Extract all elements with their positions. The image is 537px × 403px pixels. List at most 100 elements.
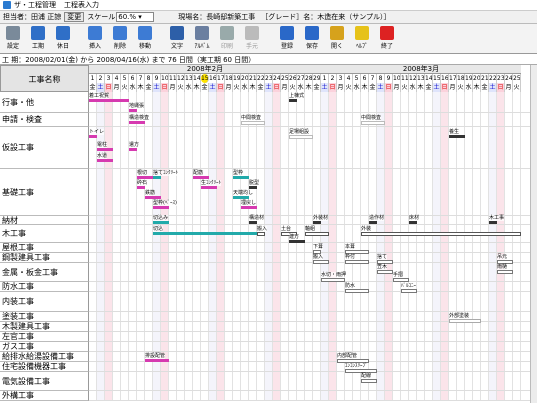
task-category-label[interactable]: 鋼製建具工事 bbox=[0, 253, 89, 263]
task-category-label[interactable]: 納材 bbox=[0, 216, 89, 225]
task-bar[interactable] bbox=[137, 186, 145, 189]
menu-label[interactable]: 工程表入力 bbox=[64, 0, 99, 10]
task-bar[interactable] bbox=[361, 121, 385, 125]
toolbar-button-open[interactable]: 開く bbox=[326, 25, 348, 53]
toolbar-button-album[interactable]: ｱﾙﾊﾞﾑ bbox=[191, 25, 213, 53]
task-category-label[interactable]: 基礎工事 bbox=[0, 169, 89, 216]
task-bar[interactable] bbox=[345, 289, 369, 293]
task-bar[interactable] bbox=[153, 221, 169, 224]
task-bar[interactable] bbox=[137, 176, 153, 179]
task-category-label[interactable]: 外構工事 bbox=[0, 391, 89, 401]
task-bar[interactable] bbox=[321, 278, 345, 282]
day-number: 10 bbox=[393, 74, 401, 83]
toolbar-button-move[interactable]: 移動 bbox=[134, 25, 156, 53]
task-bar[interactable] bbox=[257, 232, 265, 236]
task-bar[interactable] bbox=[409, 221, 417, 224]
task-bar[interactable] bbox=[369, 221, 377, 224]
vertical-scrollbar[interactable] bbox=[530, 65, 537, 403]
day-of-week: 月 bbox=[505, 83, 513, 92]
toolbar-button-holiday[interactable]: 休日 bbox=[52, 25, 74, 53]
task-category-label[interactable]: 給排水給湯設備工事 bbox=[0, 352, 89, 362]
task-bar[interactable] bbox=[193, 176, 209, 179]
task-label: 防水 bbox=[345, 283, 356, 289]
task-bar[interactable] bbox=[305, 232, 329, 236]
gantt-chart[interactable]: 工事名称 2008年2月 2008年3月 1 金 2 土 3 日 4 月 5 火 6 水 7 木 8 金 9 土 10 日… bbox=[0, 65, 530, 403]
task-category-label[interactable]: 木工事 bbox=[0, 225, 89, 243]
task-bar[interactable] bbox=[129, 109, 137, 112]
toolbar-button-help[interactable]: ﾍﾙﾌﾟ bbox=[351, 25, 373, 53]
scale-select[interactable]: 60.% ▾ bbox=[116, 12, 155, 22]
task-bar[interactable] bbox=[233, 176, 249, 179]
day-column bbox=[457, 92, 465, 401]
task-category-label[interactable]: 電気設備工事 bbox=[0, 372, 89, 391]
toolbar-button-insert[interactable]: 挿入 bbox=[84, 25, 106, 53]
task-bar[interactable] bbox=[289, 240, 305, 243]
task-bar[interactable] bbox=[153, 206, 169, 209]
day-of-week: 火 bbox=[457, 83, 465, 92]
task-category-label[interactable]: 屋根工事 bbox=[0, 243, 89, 253]
task-category-label[interactable]: 木製建具工事 bbox=[0, 322, 89, 332]
day-column bbox=[265, 92, 273, 401]
toolbar-button-save[interactable]: 保存 bbox=[301, 25, 323, 53]
toolbar-button-settings[interactable]: 設定 bbox=[2, 25, 24, 53]
task-category-label[interactable]: 金属・板金工事 bbox=[0, 263, 89, 282]
task-bar[interactable] bbox=[97, 159, 113, 162]
toolbar-button-text[interactable]: 文字 bbox=[166, 25, 188, 53]
day-of-week: 火 bbox=[513, 83, 521, 92]
task-bar[interactable] bbox=[345, 260, 369, 264]
task-category-label[interactable]: 塗装工事 bbox=[0, 312, 89, 322]
task-bar[interactable] bbox=[313, 260, 329, 264]
toolbar-button-calendar[interactable]: 工期 bbox=[27, 25, 49, 53]
task-bar[interactable] bbox=[489, 221, 497, 224]
task-label: 吊元 bbox=[497, 254, 508, 260]
task-bar[interactable] bbox=[289, 135, 313, 139]
toolbar-button-delete[interactable]: 削除 bbox=[109, 25, 131, 53]
task-category-label[interactable]: 行事・他 bbox=[0, 92, 89, 113]
task-bar[interactable] bbox=[241, 206, 257, 209]
task-bar[interactable] bbox=[153, 176, 161, 179]
task-bar[interactable] bbox=[249, 221, 257, 224]
task-category-label[interactable]: 防水工事 bbox=[0, 282, 89, 292]
task-bar[interactable] bbox=[289, 99, 297, 102]
task-category-label[interactable]: 内装工事 bbox=[0, 292, 89, 312]
task-category-label[interactable]: 住宅設備機器工事 bbox=[0, 362, 89, 372]
task-bar[interactable] bbox=[449, 135, 465, 138]
task-category-label[interactable]: ガス工事 bbox=[0, 342, 89, 352]
task-bar[interactable] bbox=[201, 186, 217, 189]
toolbar-button-register[interactable]: 登録 bbox=[276, 25, 298, 53]
task-bar[interactable] bbox=[449, 319, 481, 323]
day-column bbox=[281, 92, 289, 401]
task-bar[interactable] bbox=[313, 221, 321, 224]
day-of-week: 金 bbox=[201, 83, 209, 92]
toolbar-button-exit[interactable]: 終了 bbox=[376, 25, 398, 53]
task-bar[interactable] bbox=[129, 121, 145, 124]
task-bar[interactable] bbox=[129, 148, 137, 151]
change-person-button[interactable]: 変更 bbox=[64, 12, 85, 22]
task-bar[interactable] bbox=[361, 379, 377, 383]
holiday-icon bbox=[56, 26, 70, 40]
task-bar[interactable] bbox=[153, 232, 257, 235]
task-bar[interactable] bbox=[233, 196, 249, 199]
day-column bbox=[513, 92, 521, 401]
app-icon bbox=[3, 1, 11, 9]
task-bar[interactable] bbox=[497, 270, 513, 274]
task-bar[interactable] bbox=[145, 196, 161, 199]
task-bar[interactable] bbox=[249, 186, 257, 189]
day-of-week: 日 bbox=[329, 83, 337, 92]
task-bar[interactable] bbox=[377, 270, 393, 274]
task-category-label[interactable]: 仮設工事 bbox=[0, 127, 89, 169]
task-bar[interactable] bbox=[393, 278, 409, 282]
task-bar[interactable] bbox=[89, 135, 97, 138]
task-bar[interactable] bbox=[97, 148, 113, 151]
task-bar[interactable] bbox=[241, 121, 265, 125]
task-bar[interactable] bbox=[145, 359, 169, 362]
help-icon bbox=[355, 26, 369, 40]
task-label: 足場組設 bbox=[289, 129, 310, 135]
task-bar[interactable] bbox=[401, 289, 417, 293]
task-category-label[interactable]: 左官工事 bbox=[0, 332, 89, 342]
day-number: 24 bbox=[273, 74, 281, 83]
row-separator bbox=[89, 390, 530, 391]
task-category-label[interactable]: 申請・検査 bbox=[0, 113, 89, 127]
task-bar[interactable] bbox=[89, 99, 129, 102]
task-bar[interactable] bbox=[361, 232, 521, 236]
